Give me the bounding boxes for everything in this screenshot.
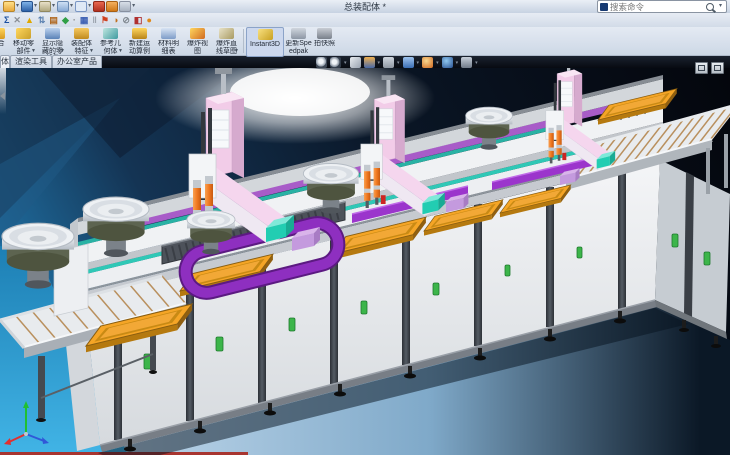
command-manager: 配合 移动零部件▼ 显示隐藏的零部件▼ 装配体特征▼ 参考几何体▼ 新建运动算例… <box>0 27 730 56</box>
options-icon[interactable] <box>119 1 131 12</box>
magnifier-icon[interactable] <box>706 3 714 11</box>
appearance-icon[interactable] <box>106 1 118 12</box>
open-dropdown[interactable]: ▾ <box>16 2 19 11</box>
command-search[interactable]: ▾ <box>597 0 727 13</box>
panel-edge-fade <box>0 68 6 114</box>
window-layout-icon[interactable]: ▦ <box>80 14 89 27</box>
ribbon-button-instant3d[interactable]: Instant3D <box>246 27 284 57</box>
reference-geometry-icon <box>103 28 118 39</box>
new-motion-study-icon <box>132 28 147 39</box>
ribbon-button-mate[interactable]: 配合 <box>0 27 9 55</box>
ribbon-button-move-component[interactable]: 移动零部件▼ <box>9 27 38 55</box>
zoom-to-area-icon[interactable] <box>330 57 341 68</box>
assembly-features-icon <box>74 28 89 39</box>
save-icon[interactable] <box>21 1 33 12</box>
sw-search-icon <box>600 3 608 11</box>
update-speedpak-icon <box>291 28 306 39</box>
ribbon-button-new-motion-study[interactable]: 新建运动算例 <box>125 27 154 55</box>
search-input[interactable] <box>610 2 704 12</box>
view-settings-icon[interactable] <box>461 57 472 68</box>
document-window-controls <box>695 62 724 74</box>
no-section-icon[interactable]: ⊘ <box>122 14 130 27</box>
feature-tree-collapse-arrow[interactable] <box>0 92 5 100</box>
search-dropdown[interactable]: ▾ <box>719 2 722 11</box>
assembly-warning-icon[interactable]: ▲ <box>25 14 34 27</box>
mate-icon <box>0 28 5 39</box>
cabinet-post <box>474 204 482 346</box>
motion-study-icon[interactable]: ◑ <box>113 14 118 27</box>
ribbon-separator <box>243 29 244 53</box>
show-hidden-icon <box>45 28 60 39</box>
interference-check-icon[interactable]: ✕ <box>13 14 21 27</box>
ribbon-button-reference-geometry[interactable]: 参考几何体▼ <box>96 27 125 55</box>
edit-appearance-icon[interactable] <box>422 57 433 68</box>
explode-line-sketch-icon <box>219 28 234 39</box>
select-icon[interactable] <box>75 1 87 12</box>
cabinet-post <box>546 187 554 327</box>
zoom-to-fit-icon[interactable] <box>316 57 327 68</box>
photoview-icon[interactable]: ⚑ <box>101 14 109 27</box>
render-sphere-icon[interactable]: ● <box>146 14 151 27</box>
ribbon-button-bom[interactable]: 材料明细表 <box>154 27 183 55</box>
instant3d-icon <box>258 29 273 40</box>
close-document-button[interactable] <box>711 62 724 74</box>
more-dot-icon: · <box>73 14 76 27</box>
exploded-view-icon <box>190 28 205 39</box>
print-icon[interactable] <box>39 1 51 12</box>
ribbon-button-show-hidden[interactable]: 显示隐藏的零部件▼ <box>38 27 67 55</box>
undo-dropdown[interactable]: ▾ <box>70 2 73 11</box>
rotate-component-icon[interactable]: ⇅ <box>38 14 46 27</box>
hide-show-items-icon[interactable] <box>403 57 414 68</box>
take-snapshot-icon <box>317 28 332 39</box>
heads-up-toolbar: ▾ ▾ ▾ ▾ ▾ ▾ ▾ <box>316 57 478 68</box>
assembly-toolbar: Σ ✕ ▲ ⇅ ▤ ◆ · ▦ ‖ ⚑ ◑ ⊘ ◧ ● <box>0 13 730 28</box>
equations-icon[interactable]: Σ <box>4 14 9 27</box>
ribbon-button-exploded-view[interactable]: 爆炸视图 <box>183 27 212 55</box>
view-orientation-icon[interactable] <box>364 57 375 68</box>
move-component-icon <box>16 28 31 39</box>
ribbon-button-assembly-features[interactable]: 装配体特征▼ <box>67 27 96 55</box>
rebuild-icon[interactable] <box>93 1 105 12</box>
section-view-icon[interactable] <box>350 57 361 68</box>
toolbar-separator: ‖ <box>92 14 96 27</box>
save-dropdown[interactable]: ▾ <box>34 2 37 11</box>
tab-assembly[interactable]: 装配体 <box>0 55 10 68</box>
solidworks-window: { "window": { "title": "总装配体 *" }, "sear… <box>0 0 730 455</box>
compare-docs-icon[interactable]: ◧ <box>134 14 143 27</box>
select-dropdown[interactable]: ▾ <box>88 2 91 11</box>
ribbon-button-update-speedpak[interactable]: 更新Speedpak <box>284 27 313 55</box>
cabinet-post <box>618 169 626 309</box>
cabinet-post <box>402 222 410 365</box>
3d-scene[interactable] <box>0 68 730 455</box>
tab-office-products[interactable]: 办公室产品 <box>52 55 102 68</box>
external-reference-icon[interactable]: ◆ <box>62 14 69 27</box>
ribbon-button-explode-line-sketch[interactable]: 爆炸直线草图▼ <box>212 27 241 55</box>
document-title: 总装配体 * <box>344 0 386 13</box>
graphics-area[interactable] <box>0 68 730 455</box>
options-dropdown[interactable]: ▾ <box>132 2 135 11</box>
open-icon[interactable] <box>3 1 15 12</box>
component-preview-icon[interactable]: ▤ <box>49 14 58 27</box>
display-style-icon[interactable] <box>383 57 394 68</box>
command-manager-tabs: 装配体 渲染工具 办公室产品 <box>0 55 102 68</box>
bom-icon <box>161 28 176 39</box>
tab-render-tools[interactable]: 渲染工具 <box>10 55 52 68</box>
restore-document-button[interactable] <box>695 62 708 74</box>
undo-icon[interactable] <box>57 1 69 12</box>
title-bar: ▾ ▾ ▾ ▾ ▾ ▾ 总装配体 * ▾ <box>0 0 730 14</box>
ribbon-button-take-snapshot[interactable]: 拍快照 <box>313 27 336 55</box>
print-dropdown[interactable]: ▾ <box>52 2 55 11</box>
apply-scene-icon[interactable] <box>442 57 453 68</box>
